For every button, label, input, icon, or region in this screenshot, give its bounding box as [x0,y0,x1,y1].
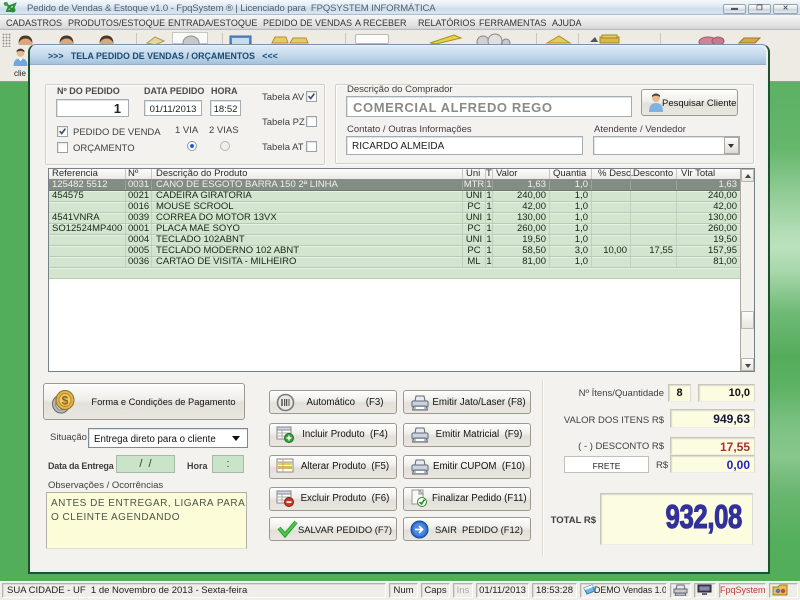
svg-text:$: $ [62,394,69,408]
